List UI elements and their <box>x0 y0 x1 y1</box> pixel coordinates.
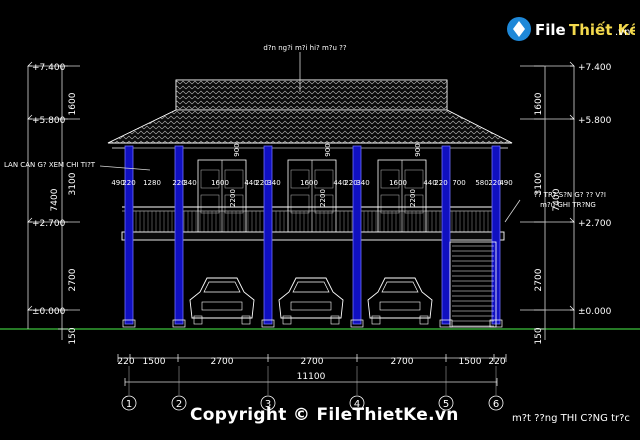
text-layer: d?n ng?i m?i hi? m?u ?? LAN CAN G? XEM C… <box>4 44 612 410</box>
roof-note: d?n ng?i m?i hi? m?u ?? <box>263 44 347 52</box>
logo-text-left: File <box>535 21 566 39</box>
filethietke-logo: File Thiết Kế .vn <box>507 17 635 41</box>
upper-dim-14: 1600 <box>389 179 407 187</box>
level-right-2700: +2.700 <box>578 219 612 229</box>
vdim-right-3100: 3100 <box>534 172 544 195</box>
window-height-3: 2200 <box>409 189 417 207</box>
level-right-0000: ±0.000 <box>578 307 612 317</box>
axis-label-2: 2 <box>176 399 182 410</box>
upper-dim-16: 220 <box>434 179 447 187</box>
vdim-right-2700: 2700 <box>534 268 544 291</box>
upper-dim-20: 490 <box>499 179 512 187</box>
level-left-7400: +7.400 <box>32 63 66 73</box>
span-dim-5: 2700 <box>391 357 414 367</box>
upper-row-dimensions: 490220 1280 220340 1600 440220340 1600 4402203… <box>111 179 512 187</box>
upper-dim-17: 700 <box>452 179 465 187</box>
total-dim: 11100 <box>297 372 326 382</box>
level-left-2700: +2.700 <box>32 219 66 229</box>
span-dim-3: 2700 <box>211 357 234 367</box>
level-right-5800: +5.800 <box>578 116 612 126</box>
span-dim-6: 1500 <box>459 357 482 367</box>
window-height-2: 2200 <box>319 189 327 207</box>
upper-dim-18: 580 <box>475 179 488 187</box>
logo-suffix: .vn <box>615 27 630 38</box>
left-note: LAN CAN G? XEM CHI TI?T <box>4 161 96 169</box>
span-dim-4: 2700 <box>301 357 324 367</box>
span-dim-7: 220 <box>488 357 505 367</box>
vdim-left-3100: 3100 <box>68 172 78 195</box>
vdim-left-1600: 1600 <box>68 92 78 115</box>
axis-label-1: 1 <box>126 399 132 410</box>
copyright-text: Copyright © FileThietKe.vn <box>190 405 459 425</box>
upper-dim-9: 340 <box>267 179 280 187</box>
door-height-3: 900 <box>414 143 422 156</box>
axis-label-6: 6 <box>493 399 499 410</box>
door-height-1: 900 <box>233 143 241 156</box>
door-height-2: 900 <box>324 143 332 156</box>
span-dim-2: 1500 <box>143 357 166 367</box>
vdim-left-2700: 2700 <box>68 268 78 291</box>
drawing-caption: m?t ??ng THI C?NG tr?c <box>512 413 630 424</box>
span-dim-1: 220 <box>117 357 134 367</box>
level-right-7400: +7.400 <box>578 63 612 73</box>
upper-dim-2: 220 <box>122 179 135 187</box>
vdim-right-150: 150 <box>534 327 544 344</box>
upper-dim-10: 1600 <box>300 179 318 187</box>
vdim-right-7400: 7400 <box>552 188 562 211</box>
upper-dim-5: 340 <box>183 179 196 187</box>
vdim-right-1600: 1600 <box>534 92 544 115</box>
upper-dim-3: 1280 <box>143 179 161 187</box>
level-left-0000: ±0.000 <box>32 307 66 317</box>
vdim-left-150: 150 <box>68 327 78 344</box>
window-height-1: 2200 <box>229 189 237 207</box>
right-note-1: ?? TR? S?N G? ?? V?I <box>534 191 606 199</box>
level-left-5800: +5.800 <box>32 116 66 126</box>
upper-dim-6: 1600 <box>211 179 229 187</box>
right-note-2: m?u GHI TR?NG <box>540 201 596 209</box>
vdim-left-7400: 7400 <box>50 188 60 211</box>
upper-dim-13: 340 <box>356 179 369 187</box>
